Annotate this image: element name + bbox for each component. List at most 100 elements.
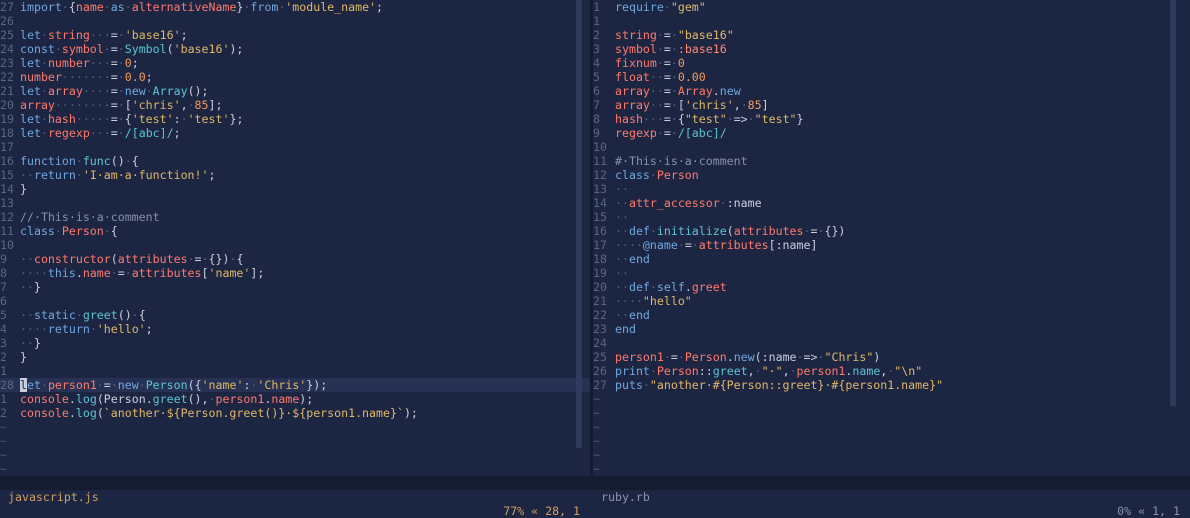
- code-token: =: [110, 112, 118, 126]
- code-token: ·: [103, 224, 111, 238]
- code-line[interactable]: 7 ··}: [0, 280, 590, 294]
- code-token: name: [271, 392, 300, 406]
- code-token: ·: [649, 224, 657, 238]
- code-line[interactable]: 1 console.log(Person.greet(),·person1.na…: [0, 392, 590, 406]
- code-line[interactable]: 8 ····this.name·=·attributes['name'];: [0, 266, 590, 280]
- code-token: ·: [40, 28, 48, 42]
- code-line[interactable]: 6: [0, 294, 590, 308]
- code-line[interactable]: 15 ··return·'I·am·a·function!';: [0, 168, 590, 182]
- code-line[interactable]: ~: [593, 434, 1190, 448]
- code-line[interactable]: 7 array··=·['chris',·85]: [593, 98, 1190, 112]
- line-number: 11: [593, 154, 614, 168]
- code-line[interactable]: 19 ··: [593, 266, 1190, 280]
- line-number: 21: [0, 84, 21, 98]
- code-line[interactable]: 23 end: [593, 322, 1190, 336]
- code-line[interactable]: 14 }: [0, 182, 590, 196]
- left-editor-pane[interactable]: 27 import·{name·as·alternativeName}·from…: [0, 0, 590, 476]
- code-line[interactable]: 27 import·{name·as·alternativeName}·from…: [0, 0, 590, 14]
- code-line[interactable]: 26: [0, 14, 590, 28]
- line-number: 14: [0, 182, 21, 196]
- code-line[interactable]: 17: [0, 140, 590, 154]
- code-token: func: [82, 154, 111, 168]
- code-line[interactable]: ~: [0, 420, 590, 434]
- code-line[interactable]: 11 class·Person·{: [0, 224, 590, 238]
- code-token: }: [20, 350, 27, 364]
- code-token: initialize: [656, 224, 727, 238]
- code-line[interactable]: 24 const·symbol·=·Symbol('base16');: [0, 42, 590, 56]
- left-code-lines[interactable]: 27 import·{name·as·alternativeName}·from…: [0, 0, 590, 476]
- code-line[interactable]: ~: [0, 434, 590, 448]
- code-line[interactable]: 17 ····@name·=·attributes[:name]: [593, 238, 1190, 252]
- code-line[interactable]: 27 puts·"another·#{Person::greet}·#{pers…: [593, 378, 1190, 392]
- code-token: ·: [649, 280, 657, 294]
- code-line[interactable]: 25 person1·=·Person.new(:name·=>·"Chris"…: [593, 350, 1190, 364]
- code-line[interactable]: 1: [593, 14, 1190, 28]
- code-token: regexp: [47, 126, 90, 140]
- code-line[interactable]: 4 ····return·'hello';: [0, 322, 590, 336]
- code-line[interactable]: ~: [0, 462, 590, 476]
- code-line[interactable]: ~: [593, 420, 1190, 434]
- code-line[interactable]: 4 fixnum·=·0: [593, 56, 1190, 70]
- code-line[interactable]: 20 array········=·['chris',·85];: [0, 98, 590, 112]
- code-line[interactable]: 22 ··end: [593, 308, 1190, 322]
- code-line[interactable]: 19 let·hash·····=·{'test':·'test'};: [0, 112, 590, 126]
- code-line[interactable]: 13 ··: [593, 182, 1190, 196]
- code-line[interactable]: 18 let·regexp···=·/[abc]/;: [0, 126, 590, 140]
- code-token: ·: [117, 112, 125, 126]
- left-scrollbar[interactable]: [576, 0, 582, 448]
- code-token: ··: [615, 210, 629, 224]
- code-line[interactable]: 12 class·Person: [593, 168, 1190, 182]
- code-line[interactable]: 1 require·"gem": [593, 0, 1190, 14]
- code-line[interactable]: 23 let·number···=·0;: [0, 56, 590, 70]
- code-line[interactable]: 16 function·func()·{: [0, 154, 590, 168]
- code-line[interactable]: 3 symbol·=·:base16: [593, 42, 1190, 56]
- code-line[interactable]: 13: [0, 196, 590, 210]
- code-line[interactable]: 9 ··constructor(attributes·=·{})·{: [0, 252, 590, 266]
- code-line[interactable]: 21 ····"hello": [593, 294, 1190, 308]
- code-line[interactable]: 2 string·=·"base16": [593, 28, 1190, 42]
- code-line[interactable]: 2 }: [0, 350, 590, 364]
- code-line[interactable]: 12 //·This·is·a·comment: [0, 210, 590, 224]
- code-line[interactable]: 8 hash···=·{"test"·=>·"test"}: [593, 112, 1190, 126]
- code-token: ;: [180, 28, 188, 42]
- code-line[interactable]: 6 array··=·Array.new: [593, 84, 1190, 98]
- code-token: new: [124, 84, 146, 98]
- code-line[interactable]: 1: [0, 364, 590, 378]
- code-token: ·: [670, 70, 678, 84]
- code-line[interactable]: ~: [593, 448, 1190, 462]
- code-token: =: [663, 112, 671, 126]
- code-token: =: [110, 56, 118, 70]
- code-line[interactable]: 18 ··end: [593, 252, 1190, 266]
- code-line[interactable]: 26 print·Person::greet,·"·",·person1.nam…: [593, 364, 1190, 378]
- code-line[interactable]: ~: [593, 392, 1190, 406]
- code-line[interactable]: 15 ··: [593, 210, 1190, 224]
- code-token: 'name': [201, 378, 244, 392]
- code-line[interactable]: 5 float··=·0.00: [593, 70, 1190, 84]
- code-line[interactable]: 20 ··def·self.greet: [593, 280, 1190, 294]
- code-line[interactable]: ~: [593, 406, 1190, 420]
- code-token: from: [250, 0, 279, 14]
- code-token: person1: [215, 392, 265, 406]
- code-token: }: [33, 336, 41, 350]
- code-line[interactable]: 3 ··}: [0, 336, 590, 350]
- line-number: 26: [593, 364, 614, 378]
- code-line[interactable]: 21 let·array····=·new·Array();: [0, 84, 590, 98]
- code-line[interactable]: ~: [0, 448, 590, 462]
- code-token: 'base16': [173, 42, 230, 56]
- right-code-lines[interactable]: 1 require·"gem" 1 2 string·=·"base16" 3 sy…: [593, 0, 1190, 476]
- code-line[interactable]: ~: [593, 462, 1190, 476]
- code-line[interactable]: 28 let·person1·=·new·Person({'name':·'Ch…: [0, 378, 590, 392]
- code-line[interactable]: 16 ··def·initialize(attributes·=·{}): [593, 224, 1190, 238]
- code-line[interactable]: 25 let·string···=·'base16';: [0, 28, 590, 42]
- right-scrollbar[interactable]: [1170, 0, 1176, 406]
- code-line[interactable]: 10: [0, 238, 590, 252]
- code-line[interactable]: 14 ··attr_accessor·:name: [593, 196, 1190, 210]
- code-line[interactable]: 10: [593, 140, 1190, 154]
- code-line[interactable]: 5 ··static·greet()·{: [0, 308, 590, 322]
- code-line[interactable]: 11 #·This·is·a·comment: [593, 154, 1190, 168]
- code-line[interactable]: 22 number·······=·0.0;: [0, 70, 590, 84]
- code-line[interactable]: 24: [593, 336, 1190, 350]
- code-line[interactable]: 9 regexp·=·/[abc]/: [593, 126, 1190, 140]
- code-line[interactable]: 2 console.log(`another·${Person.greet()}…: [0, 406, 590, 420]
- right-editor-pane[interactable]: 1 require·"gem" 1 2 string·=·"base16" 3 sy…: [593, 0, 1190, 476]
